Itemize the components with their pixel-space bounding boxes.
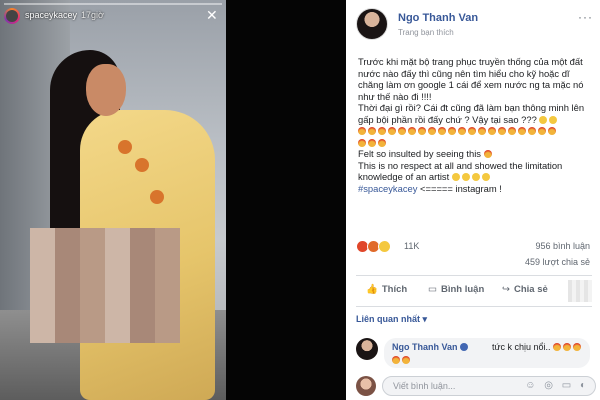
angry-emoji-icon — [468, 127, 476, 135]
pixelated-censor — [30, 228, 180, 343]
story-avatar[interactable] — [4, 8, 20, 24]
instagram-story: spaceykacey 17giờ ✕ — [0, 0, 226, 400]
angry-emoji-icon — [458, 127, 466, 135]
center-gap — [226, 0, 346, 400]
post-line: Felt so insulted by seeing this — [358, 148, 481, 159]
angry-emoji-icon — [368, 127, 376, 135]
angry-emoji-icon — [358, 127, 366, 135]
divider — [356, 306, 592, 307]
post-actions: 👍 Thích ▭ Bình luận ↪ Chia sẻ — [356, 280, 592, 304]
post-paragraph: This is no respect at all and showed the… — [358, 160, 594, 183]
comment-text-line: tức k chịu nổi.. — [492, 342, 551, 352]
post-body: Trước khi mặt bộ trang phục truyền thống… — [358, 56, 594, 194]
post-paragraph: Felt so insulted by seeing this — [358, 148, 594, 160]
angry-emoji-icon — [428, 127, 436, 135]
comment-text: tức k chịu nổi.. — [492, 342, 583, 352]
commenter-avatar[interactable] — [356, 338, 378, 360]
comment-item: Ngo Thanh Van tức k chịu nổi.. — [356, 338, 596, 368]
shares-count[interactable]: 459 lượt chia sẻ — [525, 257, 590, 267]
post-paragraph: Thời đại gì rồi? Cái đt cũng đã làm bạn … — [358, 102, 594, 148]
author-name[interactable]: Ngo Thanh Van — [398, 12, 478, 24]
post-line: This is no respect at all and showed the… — [358, 159, 563, 183]
angry-emoji-icon — [528, 127, 536, 135]
post-paragraph: Trước khi mặt bộ trang phục truyền thống… — [358, 56, 584, 102]
thumbs-up-icon: 👍 — [366, 284, 378, 295]
author-subtitle: Trang bạn thích — [398, 28, 454, 37]
frown-emoji-icon — [549, 115, 558, 124]
share-label: Chia sẻ — [513, 284, 548, 295]
share-icon: ↪ — [502, 284, 510, 295]
divider — [356, 275, 592, 276]
angry-emoji-icon — [538, 127, 546, 135]
angry-emoji-icon — [438, 127, 446, 135]
commenter-name-text: Ngo Thanh Van — [392, 342, 458, 352]
comments-count[interactable]: 956 bình luận — [535, 241, 590, 251]
like-label: Thích — [381, 284, 408, 295]
dress-flower — [135, 158, 149, 172]
frown-emoji-icon — [471, 173, 480, 181]
comment-emojis — [392, 355, 412, 366]
angry-emoji-icon — [483, 150, 492, 158]
angry-emoji-icon — [418, 127, 426, 135]
angry-emoji-icon — [402, 356, 410, 364]
angry-emoji-icon — [368, 138, 376, 147]
verified-badge-icon — [459, 343, 468, 351]
comment-bubble: Ngo Thanh Van tức k chịu nổi.. — [384, 338, 590, 368]
angry-emoji-icon — [378, 127, 386, 135]
angry-emoji-icon — [378, 138, 386, 147]
write-comment: Viết bình luận... ☺ ◎ ▭ ◐ — [356, 376, 596, 398]
angry-emoji-icon — [488, 127, 496, 135]
angry-emoji-icon — [563, 343, 572, 351]
angry-emoji-icon — [358, 138, 366, 147]
frown-emoji-icon — [461, 173, 470, 181]
angry-emoji-icon — [392, 356, 400, 364]
comment-button[interactable]: ▭ Bình luận — [428, 284, 484, 295]
angry-emoji-icon — [508, 127, 516, 135]
reactions-bar[interactable]: 11K 956 bình luận 459 lượt chia sẻ — [356, 238, 596, 267]
angry-emoji-icon — [478, 127, 486, 135]
post-header: Ngo Thanh Van Trang bạn thích ··· — [356, 8, 596, 40]
story-username[interactable]: spaceykacey 17giờ — [25, 10, 104, 20]
angry-emoji-icon — [518, 127, 526, 135]
like-button[interactable]: 👍 Thích — [366, 284, 407, 295]
author-avatar[interactable] — [356, 8, 388, 40]
frown-emoji-icon — [451, 173, 460, 181]
more-options-icon[interactable]: ··· — [578, 10, 593, 24]
comment-label: Bình luận — [440, 284, 485, 295]
hashtag-link[interactable]: #spaceykacey — [358, 183, 417, 194]
story-face — [86, 64, 126, 116]
comment-tools-icons[interactable]: ☺ ◎ ▭ ◐ — [525, 380, 589, 391]
comment-sort-dropdown[interactable]: Liên quan nhất ▾ — [356, 314, 427, 325]
angry-emoji-icon — [398, 127, 406, 135]
facebook-post: Ngo Thanh Van Trang bạn thích ··· Trước … — [346, 0, 600, 400]
angry-emoji-icon — [448, 127, 456, 135]
close-icon[interactable]: ✕ — [206, 8, 218, 22]
post-paragraph: #spaceykacey <===== instagram ! — [358, 183, 594, 195]
angry-emoji-icon — [408, 127, 416, 135]
blurred-region — [568, 280, 592, 302]
comment-placeholder: Viết bình luận... — [393, 381, 456, 391]
dress-flower — [150, 190, 164, 204]
angry-emoji-icon — [388, 127, 396, 135]
post-line: <===== instagram ! — [420, 182, 502, 194]
story-time: 17giờ — [81, 10, 104, 20]
angry-emoji-icon — [553, 343, 562, 351]
angry-emoji-icon — [548, 127, 556, 135]
story-username-text: spaceykacey — [25, 10, 78, 20]
frown-emoji-icon — [539, 115, 548, 124]
current-user-avatar — [356, 376, 376, 396]
share-button[interactable]: ↪ Chia sẻ — [502, 284, 548, 295]
reaction-count[interactable]: 11K — [404, 241, 419, 251]
angry-emoji-icon — [498, 127, 506, 135]
angry-emoji-icon — [573, 343, 582, 351]
commenter-name[interactable]: Ngo Thanh Van — [392, 342, 468, 352]
comment-input[interactable]: Viết bình luận... ☺ ◎ ▭ ◐ — [382, 376, 596, 396]
sad-reaction-icon — [378, 240, 391, 253]
dress-flower — [118, 140, 132, 154]
story-progress-bar — [4, 3, 222, 5]
frown-emoji-icon — [481, 173, 490, 181]
comment-icon: ▭ — [428, 284, 437, 295]
